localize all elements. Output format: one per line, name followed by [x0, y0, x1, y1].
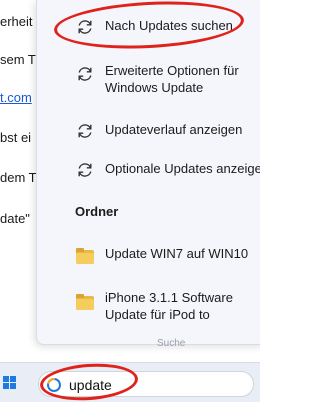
action-label: Optionale Updates anzeigen [105, 161, 260, 176]
background-text: date" [0, 211, 30, 226]
folder-icon [75, 247, 95, 267]
section-title-folders: Ordner [75, 204, 119, 219]
refresh-icon [75, 17, 95, 37]
action-update-history[interactable]: Updateverlauf anzeigen [37, 121, 260, 141]
taskbar-search-box[interactable] [38, 371, 254, 397]
action-optional-updates[interactable]: Optionale Updates anzeigen [37, 160, 260, 180]
background-text: erheit [0, 14, 33, 29]
action-check-updates[interactable]: Nach Updates suchen [37, 17, 260, 37]
search-hint-label: Suche [157, 338, 186, 349]
search-icon [45, 376, 63, 394]
search-input[interactable] [69, 375, 219, 395]
folder-result-update-win7[interactable]: Update WIN7 auf WIN10 [37, 244, 260, 264]
folder-result-iphone-update[interactable]: iPhone 3.1.1 Software Update für iPod to [37, 289, 260, 325]
screen: erheit sem T t.com bst ei dem T date" Na… [0, 0, 260, 402]
background-text: bst ei [0, 130, 32, 145]
folder-label: iPhone 3.1.1 Software Update für iPod to [105, 290, 233, 322]
background-link[interactable]: t.com [0, 90, 38, 105]
refresh-icon [75, 160, 95, 180]
action-label: Erweiterte Optionen für Windows Update [105, 63, 239, 95]
taskbar [0, 362, 260, 402]
search-results-flyout: Nach Updates suchen Erweiterte Optionen … [36, 0, 260, 349]
windows-start-icon[interactable] [3, 376, 17, 390]
action-label: Updateverlauf anzeigen [105, 122, 243, 137]
action-advanced-options[interactable]: Erweiterte Optionen für Windows Update [37, 62, 260, 98]
folder-icon [75, 293, 95, 313]
refresh-icon [75, 64, 95, 84]
refresh-icon [75, 121, 95, 141]
action-label: Nach Updates suchen [105, 18, 233, 33]
background-text: dem T [0, 170, 37, 185]
background-text: sem T [0, 52, 36, 67]
folder-label: Update WIN7 auf WIN10 [105, 246, 249, 261]
